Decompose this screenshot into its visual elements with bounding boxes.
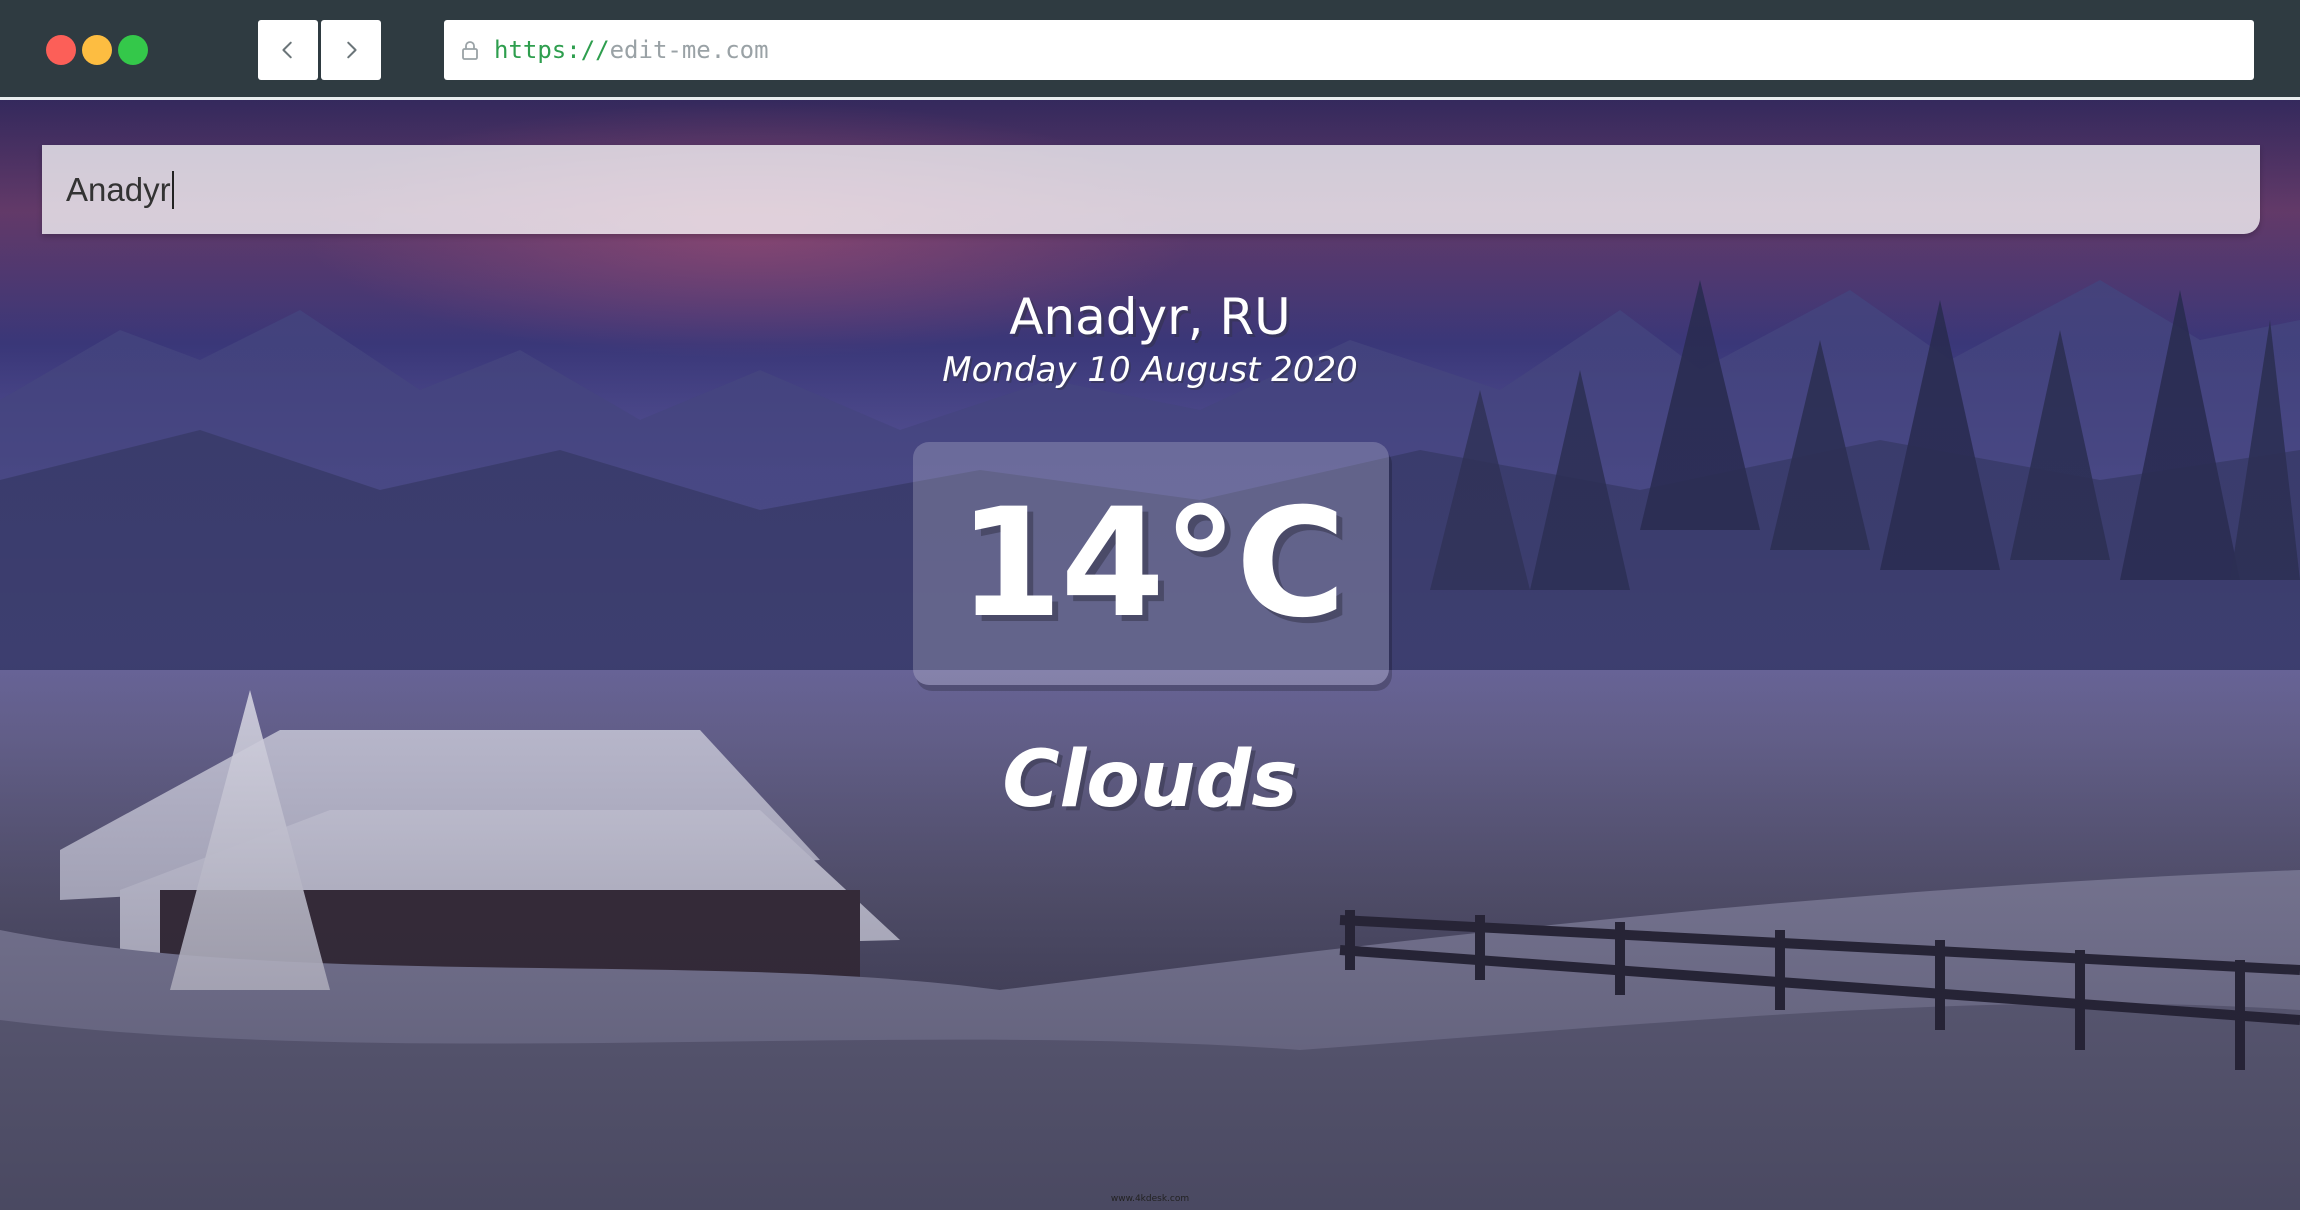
minimize-window-button[interactable] <box>82 35 112 65</box>
browser-toolbar: https://edit-me.com <box>0 0 2300 100</box>
image-credit: www.4kdesk.com <box>1110 1194 1190 1204</box>
search-bar[interactable]: Anadyr <box>42 145 2260 234</box>
temperature-card: 14°C <box>913 442 1389 685</box>
chevron-right-icon <box>347 41 357 59</box>
search-input-value: Anadyr <box>66 170 171 208</box>
address-bar[interactable]: https://edit-me.com <box>444 20 2254 80</box>
back-button[interactable] <box>258 20 318 80</box>
text-caret <box>171 170 174 209</box>
close-window-button[interactable] <box>46 35 76 65</box>
search-input[interactable]: Anadyr <box>66 170 174 209</box>
lock-icon <box>462 41 478 60</box>
current-date: Monday 10 August 2020 <box>942 350 1358 390</box>
weather-app: Anadyr Anadyr, RU Monday 10 August 2020 … <box>0 100 2300 1210</box>
url-scheme: https:// <box>494 36 610 64</box>
chevron-left-icon <box>282 41 292 59</box>
url-host: edit-me.com <box>609 36 769 64</box>
location-name: Anadyr, RU <box>1009 288 1291 346</box>
url-text: https://edit-me.com <box>494 36 769 64</box>
temperature-value: 14°C <box>958 476 1346 651</box>
forward-button[interactable] <box>321 20 381 80</box>
maximize-window-button[interactable] <box>118 35 148 65</box>
weather-condition: Clouds <box>1002 735 1298 825</box>
